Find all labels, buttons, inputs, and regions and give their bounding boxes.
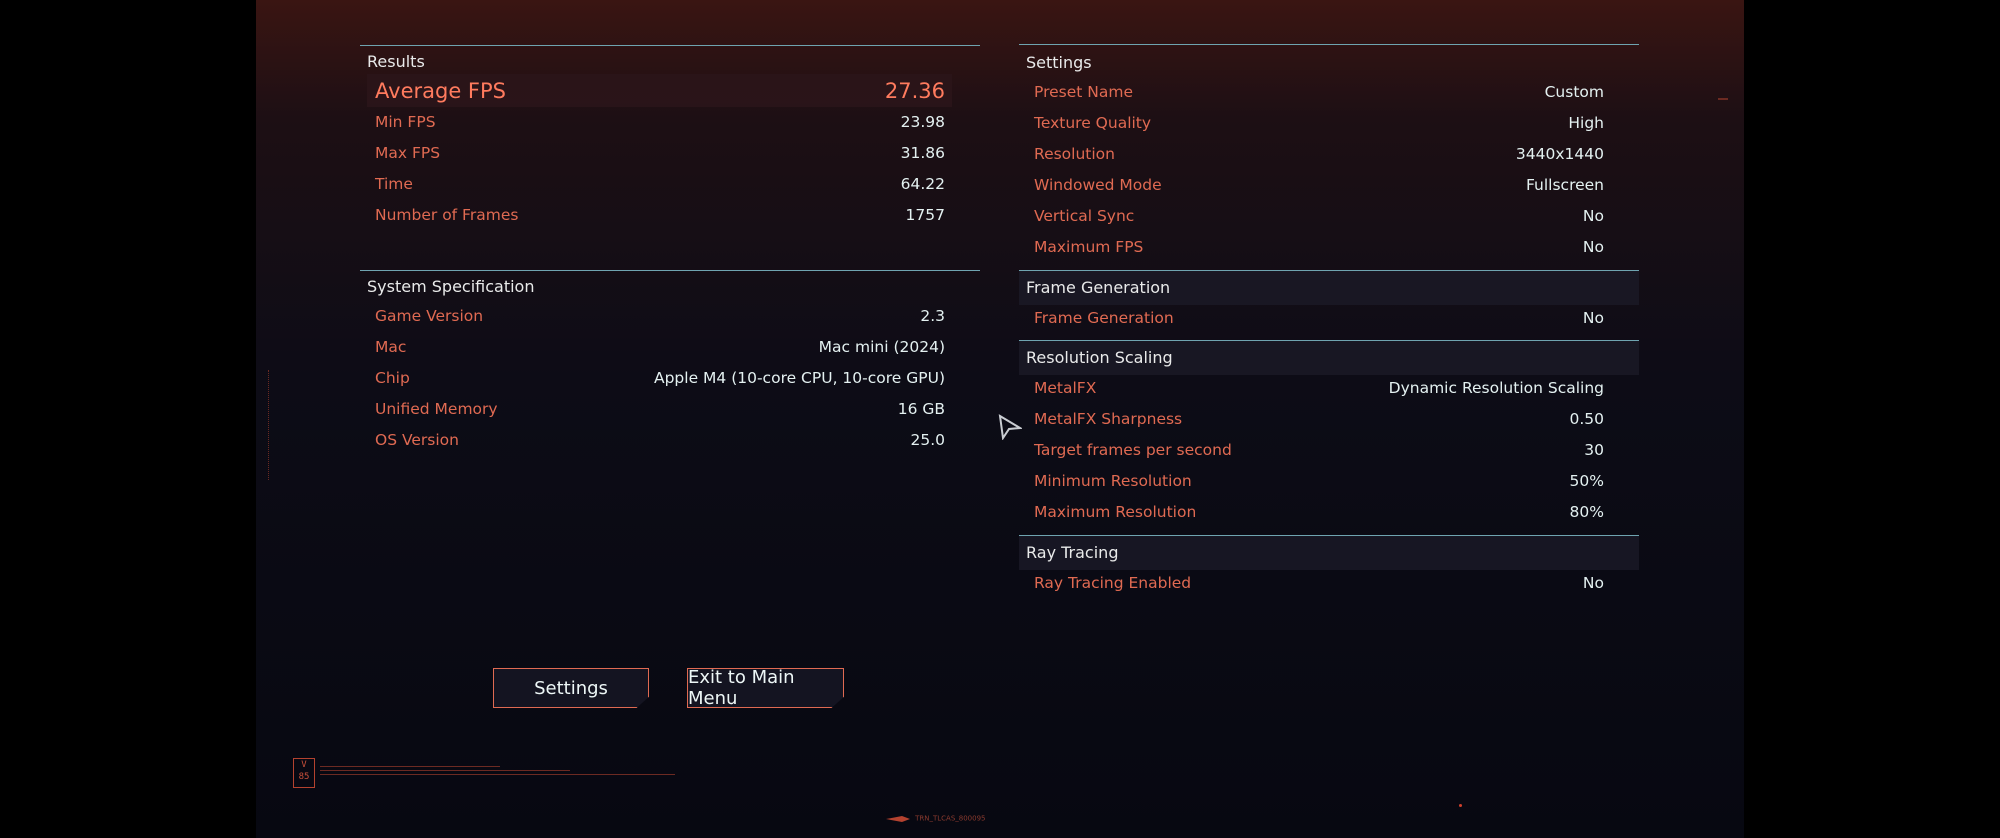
row-label: Mac bbox=[375, 338, 407, 356]
results-row: Number of Frames 1757 bbox=[375, 206, 945, 232]
row-value: 16 GB bbox=[897, 400, 945, 418]
row-label: Maximum FPS bbox=[1034, 238, 1144, 256]
res-scaling-row: MetalFX Dynamic Resolution Scaling bbox=[1034, 379, 1604, 405]
system-row: OS Version 25.0 bbox=[375, 431, 945, 457]
row-label: Frame Generation bbox=[1034, 309, 1174, 327]
row-label: Ray Tracing Enabled bbox=[1034, 574, 1192, 592]
arrow-marker-icon bbox=[886, 815, 910, 822]
row-label: Windowed Mode bbox=[1034, 176, 1162, 194]
system-row: Chip Apple M4 (10-core CPU, 10-core GPU) bbox=[375, 369, 945, 395]
settings-row: Vertical Sync No bbox=[1034, 207, 1604, 233]
row-value: 30 bbox=[1584, 441, 1604, 459]
row-label: Max FPS bbox=[375, 144, 441, 162]
row-value: Mac mini (2024) bbox=[818, 338, 945, 356]
results-panel: Results Average FPS 27.36 Min FPS 23.98 … bbox=[360, 45, 980, 246]
row-value: Fullscreen bbox=[1525, 176, 1604, 194]
pointer-cursor-icon bbox=[998, 414, 1022, 440]
row-label: Resolution bbox=[1034, 145, 1115, 163]
settings-row: Maximum FPS No bbox=[1034, 238, 1604, 264]
system-spec-title: System Specification bbox=[367, 277, 535, 296]
badge-bottom: 85 bbox=[298, 772, 310, 782]
res-scaling-row: Minimum Resolution 50% bbox=[1034, 472, 1604, 498]
row-value: Custom bbox=[1544, 83, 1604, 101]
results-row: Min FPS 23.98 bbox=[375, 113, 945, 139]
results-title: Results bbox=[367, 52, 425, 71]
row-label: Vertical Sync bbox=[1034, 207, 1135, 225]
average-fps-label: Average FPS bbox=[375, 79, 506, 103]
system-row: Mac Mac mini (2024) bbox=[375, 338, 945, 364]
version-badge: V 85 bbox=[293, 758, 315, 788]
frame-gen-row: Frame Generation No bbox=[1034, 309, 1604, 335]
row-value: No bbox=[1582, 207, 1604, 225]
row-value: 50% bbox=[1569, 472, 1604, 490]
top-right-mark bbox=[1718, 98, 1728, 100]
row-label: Texture Quality bbox=[1034, 114, 1152, 132]
row-label: MetalFX Sharpness bbox=[1034, 410, 1183, 428]
settings-button[interactable]: Settings bbox=[493, 668, 649, 708]
row-label: Game Version bbox=[375, 307, 484, 325]
system-row: Game Version 2.3 bbox=[375, 307, 945, 333]
row-value: No bbox=[1582, 574, 1604, 592]
frame-gen-title: Frame Generation bbox=[1026, 278, 1171, 297]
settings-title: Settings bbox=[1026, 53, 1092, 72]
row-value: 3440x1440 bbox=[1515, 145, 1604, 163]
settings-row: Preset Name Custom bbox=[1034, 83, 1604, 109]
system-row: Unified Memory 16 GB bbox=[375, 400, 945, 426]
system-spec-panel: System Specification Game Version 2.3 Ma… bbox=[360, 270, 980, 461]
ray-tracing-title: Ray Tracing bbox=[1026, 543, 1119, 562]
res-scaling-title: Resolution Scaling bbox=[1026, 348, 1173, 367]
settings-row: Texture Quality High bbox=[1034, 114, 1604, 140]
row-value: Dynamic Resolution Scaling bbox=[1388, 379, 1604, 397]
row-value: High bbox=[1568, 114, 1604, 132]
exit-main-menu-button[interactable]: Exit to Main Menu bbox=[687, 668, 844, 708]
row-value: 80% bbox=[1569, 503, 1604, 521]
average-fps-value: 27.36 bbox=[884, 79, 945, 103]
res-scaling-row: MetalFX Sharpness 0.50 bbox=[1034, 410, 1604, 436]
legal-text-lines bbox=[320, 766, 675, 775]
row-value: 0.50 bbox=[1569, 410, 1604, 428]
row-label: Number of Frames bbox=[375, 206, 519, 224]
row-value: No bbox=[1582, 309, 1604, 327]
row-label: Unified Memory bbox=[375, 400, 498, 418]
results-row: Time 64.22 bbox=[375, 175, 945, 201]
row-label: MetalFX bbox=[1034, 379, 1097, 397]
row-value: 25.0 bbox=[910, 431, 945, 449]
row-value: No bbox=[1582, 238, 1604, 256]
ray-tracing-row: Ray Tracing Enabled No bbox=[1034, 574, 1604, 600]
row-value: 2.3 bbox=[920, 307, 945, 325]
res-scaling-row: Maximum Resolution 80% bbox=[1034, 503, 1604, 529]
build-code: TRN_TLCAS_800095 bbox=[886, 808, 986, 827]
badge-top: V bbox=[301, 760, 307, 770]
row-value: Apple M4 (10-core CPU, 10-core GPU) bbox=[653, 369, 945, 387]
row-label: Time bbox=[375, 175, 413, 193]
row-value: 1757 bbox=[905, 206, 945, 224]
build-code-text: TRN_TLCAS_800095 bbox=[915, 814, 986, 823]
row-label: Maximum Resolution bbox=[1034, 503, 1197, 521]
results-row: Max FPS 31.86 bbox=[375, 144, 945, 170]
settings-row: Windowed Mode Fullscreen bbox=[1034, 176, 1604, 202]
side-decoration bbox=[268, 370, 283, 480]
row-label: Minimum Resolution bbox=[1034, 472, 1192, 490]
row-label: OS Version bbox=[375, 431, 459, 449]
row-value: 31.86 bbox=[900, 144, 945, 162]
settings-panel: Settings Preset Name Custom Texture Qual… bbox=[1019, 44, 1639, 592]
row-value: 64.22 bbox=[900, 175, 945, 193]
row-value: 23.98 bbox=[900, 113, 945, 131]
res-scaling-row: Target frames per second 30 bbox=[1034, 441, 1604, 467]
red-dot bbox=[1459, 804, 1462, 807]
benchmark-screen: Results Average FPS 27.36 Min FPS 23.98 … bbox=[256, 0, 1744, 838]
settings-row: Resolution 3440x1440 bbox=[1034, 145, 1604, 171]
row-label: Chip bbox=[375, 369, 410, 387]
average-fps-row: Average FPS 27.36 bbox=[375, 79, 945, 105]
row-label: Preset Name bbox=[1034, 83, 1133, 101]
row-label: Target frames per second bbox=[1034, 441, 1232, 459]
row-label: Min FPS bbox=[375, 113, 436, 131]
